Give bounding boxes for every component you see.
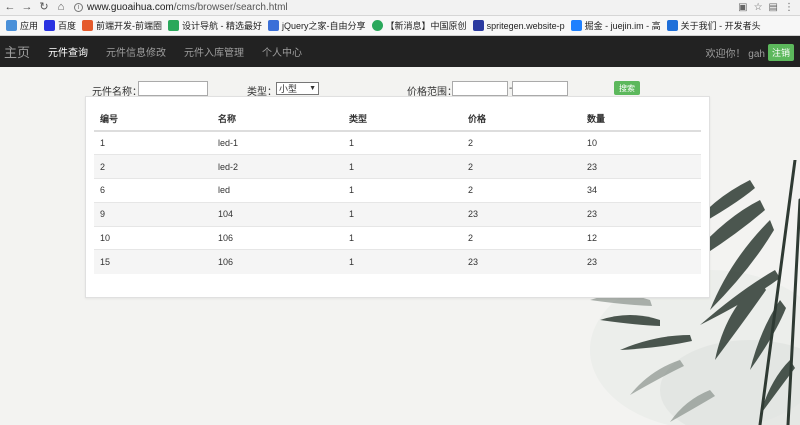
menu-icon[interactable]: ⋮ (784, 2, 794, 13)
bookmark-icon (472, 20, 484, 31)
cell-name: 106 (212, 225, 343, 250)
cell-price: 23 (462, 201, 581, 227)
nav-item-profile[interactable]: 个人中心 (262, 44, 302, 59)
nav-brand[interactable]: 主页 (4, 42, 30, 61)
cell-id: 2 (94, 154, 212, 179)
cell-price: 23 (462, 249, 581, 274)
bookmark-icon (44, 20, 56, 31)
table-row: 15 106 1 23 23 (94, 249, 701, 274)
reload-icon[interactable]: ↻ (37, 1, 51, 15)
cell-name: 104 (212, 201, 343, 227)
price-max-input[interactable] (512, 81, 568, 96)
cell-quantity: 23 (581, 154, 701, 179)
bookmark-item[interactable]: 应用 (6, 19, 38, 32)
header-price: 价格 (462, 107, 581, 132)
bookmark-item[interactable]: spritegen.website-p (472, 20, 565, 31)
cell-id: 1 (94, 130, 212, 155)
site-navbar: 主页 元件查询 元件信息修改 元件入库管理 个人中心 欢迎你！ gah 注销 (0, 36, 800, 67)
header-id: 编号 (94, 107, 212, 132)
bookmark-item[interactable]: 前端开发-前端圈 (82, 19, 162, 32)
nav-item-edit[interactable]: 元件信息修改 (106, 44, 166, 59)
table-row: 6 led 1 2 34 (94, 178, 701, 203)
bookmark-icon (82, 20, 94, 31)
cell-price: 2 (462, 154, 581, 179)
forward-icon[interactable]: → (20, 1, 34, 15)
welcome-text: 欢迎你！ gah (705, 49, 765, 60)
cell-id: 15 (94, 249, 212, 274)
cell-type: 1 (343, 154, 462, 179)
type-select[interactable]: 小型 ▼ (276, 82, 319, 95)
nav-item-stock[interactable]: 元件入库管理 (184, 44, 244, 59)
chevron-down-icon: ▼ (309, 85, 316, 92)
cell-name: 106 (212, 249, 343, 274)
header-name: 名称 (212, 107, 343, 132)
home-icon[interactable]: ⌂ (54, 1, 68, 15)
results-panel: 编号 名称 类型 价格 数量 1 led-1 1 2 10 2 led-2 1 … (85, 96, 710, 298)
cell-name: led-1 (212, 130, 343, 155)
extension-icon[interactable]: ▤ (769, 2, 778, 13)
cell-id: 10 (94, 225, 212, 250)
cell-id: 6 (94, 178, 212, 203)
info-icon[interactable]: i (74, 3, 83, 12)
bookmark-item[interactable]: 【新消息】中国原创 (371, 19, 467, 32)
logout-button[interactable]: 注销 (767, 44, 794, 61)
type-select-value: 小型 (279, 84, 298, 94)
table-header-row: 编号 名称 类型 价格 数量 (94, 107, 701, 132)
price-min-input[interactable] (452, 81, 508, 96)
url-host: www.guoaihua.com (87, 2, 174, 13)
table-row: 1 led-1 1 2 10 (94, 130, 701, 155)
bookmark-icon (371, 20, 383, 31)
name-input[interactable] (138, 81, 208, 96)
bookmark-icon (268, 20, 280, 31)
cell-type: 1 (343, 130, 462, 155)
table-row: 9 104 1 23 23 (94, 201, 701, 227)
cell-quantity: 34 (581, 178, 701, 203)
translate-icon[interactable]: ▣ (738, 2, 747, 13)
cell-quantity: 23 (581, 249, 701, 274)
bookmark-item[interactable]: 百度 (44, 19, 76, 32)
url-field[interactable]: i www.guoaihua.com/cms/browser/search.ht… (74, 1, 738, 15)
cell-price: 2 (462, 178, 581, 203)
cell-id: 9 (94, 201, 212, 227)
bookmark-icon (570, 20, 582, 31)
bookmark-icon (6, 20, 17, 31)
bookmark-item[interactable]: 设计导航 - 精选最好 (168, 19, 262, 32)
cell-quantity: 23 (581, 201, 701, 227)
table-row: 10 106 1 2 12 (94, 225, 701, 250)
star-icon[interactable]: ☆ (754, 2, 763, 13)
cell-quantity: 10 (581, 130, 701, 155)
bookmark-item[interactable]: 关于我们 - 开发者头 (666, 19, 761, 32)
browser-address-bar: ← → ↻ ⌂ i www.guoaihua.com/cms/browser/s… (0, 0, 800, 16)
bookmark-icon (666, 20, 678, 31)
search-button[interactable]: 搜索 (614, 81, 640, 95)
header-quantity: 数量 (581, 107, 701, 132)
cell-type: 1 (343, 225, 462, 250)
url-path: /cms/browser/search.html (173, 2, 288, 13)
cell-price: 2 (462, 130, 581, 155)
table-row: 2 led-2 1 2 23 (94, 154, 701, 179)
results-table: 编号 名称 类型 价格 数量 1 led-1 1 2 10 2 led-2 1 … (94, 107, 701, 274)
bookmark-icon (168, 20, 180, 31)
back-icon[interactable]: ← (3, 1, 17, 15)
cell-quantity: 12 (581, 225, 701, 250)
nav-item-query[interactable]: 元件查询 (48, 44, 88, 59)
header-type: 类型 (343, 107, 462, 132)
cell-price: 2 (462, 225, 581, 250)
bookmark-item[interactable]: jQuery之家-自由分享 (268, 19, 366, 32)
cell-type: 1 (343, 178, 462, 203)
cell-type: 1 (343, 201, 462, 227)
cell-name: led (212, 178, 343, 203)
cell-name: led-2 (212, 154, 343, 179)
bookmark-item[interactable]: 掘金 - juejin.im - 高 (570, 19, 661, 32)
bookmarks-bar: 应用 百度 前端开发-前端圈 设计导航 - 精选最好 jQuery之家-自由分享… (0, 16, 800, 36)
cell-type: 1 (343, 249, 462, 274)
